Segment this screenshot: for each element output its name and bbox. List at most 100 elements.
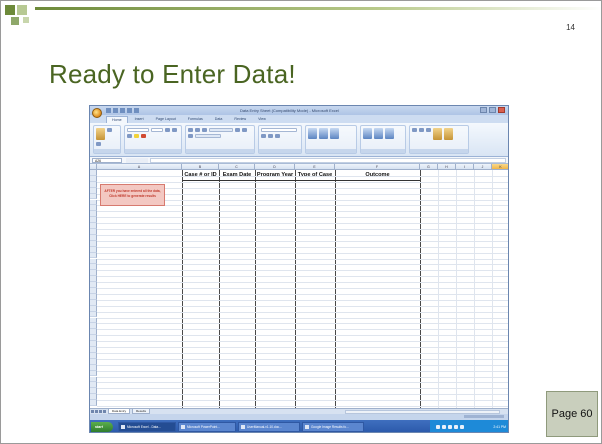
start-button[interactable]: start <box>91 422 113 432</box>
row-gridline <box>97 293 508 295</box>
column-header-k[interactable]: K <box>492 164 508 170</box>
taskbar-item-browser[interactable]: Google Image Results fo... <box>302 422 364 432</box>
column-header-e[interactable]: E <box>295 164 335 170</box>
alignment-group <box>185 125 255 154</box>
tab-data[interactable]: Data <box>210 116 228 123</box>
maximize-icon[interactable] <box>489 107 496 113</box>
row-gridline <box>97 276 508 278</box>
row-gridline <box>97 288 508 289</box>
row-gridline <box>97 352 508 354</box>
comma-icon[interactable] <box>275 134 280 138</box>
format-as-table-icon[interactable] <box>319 128 328 139</box>
fx-icon[interactable] <box>126 158 148 163</box>
align-top-icon[interactable] <box>188 128 193 132</box>
align-bottom-icon[interactable] <box>202 128 207 132</box>
generate-results-button[interactable]: AFTER you have entered all the data, Cli… <box>100 184 165 206</box>
row-gridline <box>97 388 508 390</box>
note-line-2: Click HERE to generate results <box>109 194 156 198</box>
tab-home[interactable]: Home <box>106 116 128 123</box>
align-left-icon[interactable] <box>235 128 240 132</box>
currency-icon[interactable] <box>261 134 266 138</box>
fill-icon[interactable] <box>419 128 424 132</box>
minimize-icon[interactable] <box>480 107 487 113</box>
copy-icon[interactable] <box>96 142 101 146</box>
wrap-text-button[interactable] <box>209 128 233 132</box>
row-gridline <box>97 234 508 236</box>
align-middle-icon[interactable] <box>195 128 200 132</box>
delete-cells-icon[interactable] <box>374 128 383 139</box>
italic-icon[interactable] <box>172 128 177 132</box>
column-header-g[interactable]: G <box>420 164 438 170</box>
row-gridline <box>97 347 508 348</box>
column-header-a[interactable]: A <box>97 164 182 170</box>
taskbar-item-excel[interactable]: Microsoft Excel - Data... <box>118 422 176 432</box>
row-gridline <box>97 335 508 337</box>
column-header-j[interactable]: J <box>474 164 492 170</box>
paste-icon[interactable] <box>96 128 105 140</box>
row-gridline <box>97 323 508 325</box>
align-center-icon[interactable] <box>242 128 247 132</box>
underline-icon[interactable] <box>127 134 132 138</box>
taskbar-item-word[interactable]: UserManual-v1.10.doc... <box>238 422 300 432</box>
column-header-h[interactable]: H <box>438 164 456 170</box>
tab-formulas[interactable]: Formulas <box>183 116 208 123</box>
format-cells-icon[interactable] <box>385 128 394 139</box>
row-gridline <box>97 376 508 378</box>
row-gridline <box>97 311 508 313</box>
tray-icons[interactable] <box>436 425 464 429</box>
sort-filter-icon[interactable] <box>433 128 442 140</box>
excel-screenshot: Data Entry Sheet (Compatibility Mode) - … <box>89 105 509 433</box>
number-format-select[interactable] <box>261 128 297 132</box>
find-select-icon[interactable] <box>444 128 453 140</box>
conditional-formatting-icon[interactable] <box>308 128 317 139</box>
name-box[interactable]: A26 <box>92 158 122 163</box>
clear-icon[interactable] <box>426 128 431 132</box>
cut-icon[interactable] <box>107 128 112 132</box>
row-gridline <box>97 364 508 366</box>
quick-access-toolbar[interactable] <box>106 108 146 113</box>
row-gridline <box>97 329 508 331</box>
row-gridline <box>97 406 508 407</box>
row-gridline <box>97 246 508 248</box>
slide-number: 14 <box>566 23 575 32</box>
spreadsheet-grid[interactable]: A B C D E F G H I J K Case # or ID <box>90 164 509 408</box>
row-gridline <box>97 181 508 183</box>
row-header[interactable] <box>90 400 97 406</box>
insert-cells-icon[interactable] <box>363 128 372 139</box>
font-color-icon[interactable] <box>141 134 146 138</box>
column-header-f[interactable]: F <box>335 164 420 170</box>
excel-title-bar: Data Entry Sheet (Compatibility Mode) - … <box>90 106 508 115</box>
sheet-nav-arrows[interactable] <box>91 410 106 413</box>
row-gridline <box>97 305 508 307</box>
zoom-slider[interactable] <box>464 415 504 418</box>
tab-review[interactable]: Review <box>229 116 251 123</box>
merge-center-button[interactable] <box>195 134 221 138</box>
office-button-icon[interactable] <box>92 108 102 118</box>
row-gridline <box>97 394 508 396</box>
column-header-i[interactable]: I <box>456 164 474 170</box>
formula-input[interactable] <box>150 158 506 163</box>
tab-page-layout[interactable]: Page Layout <box>151 116 181 123</box>
tab-insert[interactable]: Insert <box>130 116 149 123</box>
page-number-badge: Page 60 <box>546 391 598 437</box>
close-icon[interactable] <box>498 107 505 113</box>
percent-icon[interactable] <box>268 134 273 138</box>
font-size-select[interactable] <box>151 128 163 132</box>
bold-icon[interactable] <box>165 128 170 132</box>
window-title: Data Entry Sheet (Compatibility Mode) - … <box>240 108 339 113</box>
taskbar-item-powerpoint[interactable]: Microsoft PowerPoint... <box>178 422 236 432</box>
align-right-icon[interactable] <box>188 134 193 138</box>
column-header-c[interactable]: C <box>219 164 255 170</box>
fill-color-icon[interactable] <box>134 134 139 138</box>
vertical-scrollbar[interactable] <box>508 170 509 408</box>
autosum-icon[interactable] <box>412 128 417 132</box>
slide-title: Ready to Enter Data! <box>49 59 296 89</box>
row-gridline <box>97 270 508 272</box>
system-tray: 2:41 PM <box>430 420 508 432</box>
font-name-select[interactable] <box>127 128 149 132</box>
column-header-d[interactable]: D <box>255 164 295 170</box>
column-header-b[interactable]: B <box>182 164 219 170</box>
cell-styles-icon[interactable] <box>330 128 339 139</box>
tab-view[interactable]: View <box>253 116 271 123</box>
row-gridline <box>97 400 508 402</box>
